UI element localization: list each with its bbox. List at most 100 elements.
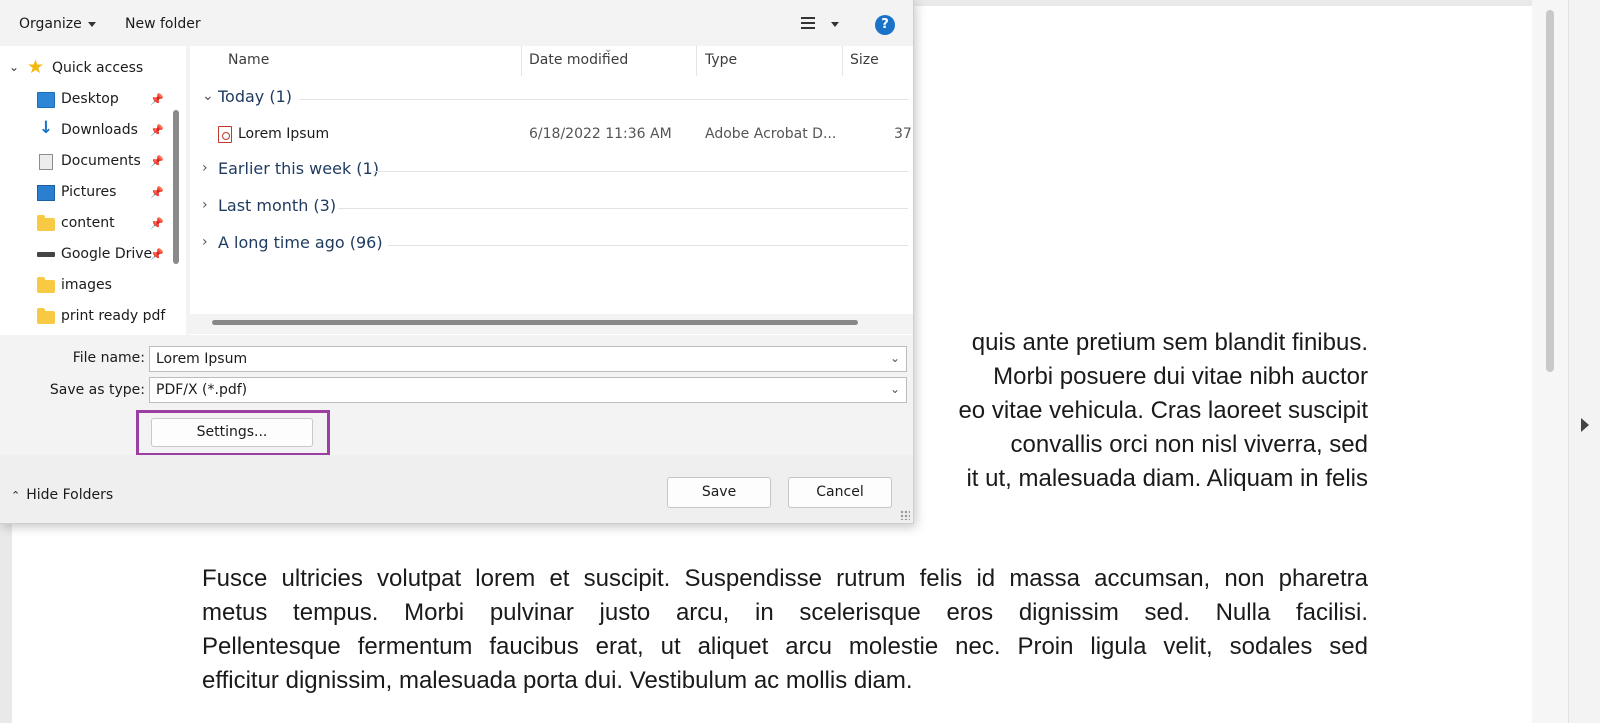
dialog-toolbar: Organize New folder ?: [0, 0, 913, 46]
document-paragraph-2: Fusce ultricies volutpat lorem et suscip…: [202, 562, 1368, 698]
group-header-long-time-ago[interactable]: › A long time ago (96): [190, 230, 913, 260]
organize-label: Organize: [19, 16, 82, 32]
chevron-right-icon: ›: [202, 234, 208, 250]
navigation-pane: ⌄ ★ Quick access Desktop 📌 ↓ Downloads 📌…: [0, 46, 186, 335]
nav-item-label: Documents: [61, 153, 141, 169]
nav-item-desktop[interactable]: Desktop 📌: [0, 87, 180, 113]
nav-item-google-drive[interactable]: Google Drive 📌: [0, 242, 180, 268]
nav-item-label: print ready pdf: [61, 308, 166, 324]
file-name: Lorem Ipsum: [238, 126, 330, 142]
scrollbar-thumb[interactable]: [1546, 10, 1554, 372]
chevron-right-icon: ›: [202, 160, 208, 176]
column-header-name[interactable]: Name: [228, 52, 269, 68]
folder-icon: [37, 308, 55, 324]
paragraph-line: quis ante pretium sem blandit finibus.: [971, 329, 1368, 356]
nav-item-label: Google Drive: [61, 246, 153, 262]
horizontal-scrollbar-thumb[interactable]: [212, 320, 858, 325]
file-row[interactable]: Lorem Ipsum 6/18/2022 11:36 AM Adobe Acr…: [190, 120, 913, 150]
nav-item-downloads[interactable]: ↓ Downloads 📌: [0, 118, 180, 144]
organize-button[interactable]: Organize: [19, 16, 96, 32]
hide-folders-button[interactable]: ⌃ Hide Folders: [11, 487, 113, 503]
nav-quick-access[interactable]: ⌄ ★ Quick access: [0, 56, 180, 82]
help-icon[interactable]: ?: [875, 15, 895, 35]
view-options-button[interactable]: [801, 15, 843, 35]
paragraph-line: Fusce ultricies volutpat lorem et suscip…: [202, 565, 1368, 592]
group-title: Today (1): [218, 87, 293, 106]
caret-down-icon: [831, 22, 839, 27]
file-list-pane: Name ⌄ Date modified Type Size ⌄ Today (…: [190, 46, 913, 335]
star-icon: ★: [27, 56, 45, 78]
save-as-type-value: PDF/X (*.pdf): [156, 382, 248, 398]
nav-item-label: Downloads: [61, 122, 138, 138]
column-header-type[interactable]: Type: [705, 52, 737, 68]
nav-item-label: images: [61, 277, 112, 293]
group-divider: [388, 245, 908, 246]
caret-down-icon: [87, 21, 96, 27]
group-title: Last month (3): [218, 196, 337, 215]
document-scrollbar[interactable]: [1532, 0, 1568, 723]
downloads-icon: ↓: [38, 118, 54, 138]
pdf-file-icon: [218, 126, 232, 143]
group-divider: [338, 208, 908, 209]
save-button[interactable]: Save: [667, 477, 771, 508]
cancel-button[interactable]: Cancel: [788, 477, 892, 508]
nav-item-label: Quick access: [52, 60, 144, 76]
group-title: Earlier this week (1): [218, 159, 379, 178]
nav-item-documents[interactable]: Documents 📌: [0, 149, 180, 175]
folder-icon: [37, 215, 55, 231]
save-as-type-select[interactable]: PDF/X (*.pdf) ⌄: [149, 377, 907, 403]
paragraph-line: Pellentesque fermentum faucibus erat, ut…: [202, 633, 1368, 660]
column-divider[interactable]: [521, 46, 522, 76]
resize-grip-icon[interactable]: [900, 510, 910, 520]
chevron-right-icon: ›: [202, 197, 208, 213]
nav-item-label: Desktop: [61, 91, 119, 107]
column-header-size[interactable]: Size: [850, 52, 879, 68]
pin-icon: 📌: [150, 93, 164, 106]
column-header-date-modified[interactable]: Date modified: [529, 52, 628, 68]
nav-item-content[interactable]: content 📌: [0, 211, 180, 237]
group-header-last-month[interactable]: › Last month (3): [190, 193, 913, 223]
file-type: Adobe Acrobat D...: [705, 126, 837, 142]
chevron-up-icon: ⌃: [11, 489, 21, 502]
nav-item-pictures[interactable]: Pictures 📌: [0, 180, 180, 206]
paragraph-line: Morbi posuere dui vitae nibh auctor: [993, 363, 1368, 390]
paragraph-line: efficitur dignissim, malesuada porta dui…: [202, 667, 913, 694]
dialog-footer: ⌃ Hide Folders Save Cancel: [0, 455, 913, 523]
chevron-down-icon[interactable]: ⌄: [9, 60, 19, 74]
expand-arrow-icon[interactable]: [1581, 418, 1589, 432]
paragraph-line: it ut, malesuada diam. Aliquam in felis: [966, 465, 1368, 492]
hide-folders-label: Hide Folders: [26, 487, 114, 503]
file-date-modified: 6/18/2022 11:36 AM: [529, 126, 672, 142]
group-header-today[interactable]: ⌄ Today (1): [190, 84, 913, 114]
group-title: A long time ago (96): [218, 233, 383, 252]
settings-button[interactable]: Settings...: [151, 418, 313, 447]
save-as-type-label: Save as type:: [49, 382, 145, 398]
nav-item-images[interactable]: images: [0, 273, 180, 299]
file-size: 37: [894, 126, 912, 142]
documents-icon: [39, 154, 53, 170]
pin-icon: 📌: [150, 248, 164, 261]
desktop-icon: [37, 92, 55, 108]
nav-item-label: Pictures: [61, 184, 117, 200]
chevron-down-icon[interactable]: ⌄: [890, 351, 900, 365]
pin-icon: 📌: [150, 124, 164, 137]
chevron-down-icon[interactable]: ⌄: [890, 382, 900, 396]
column-divider[interactable]: [696, 46, 697, 76]
document-paragraph-1: quis ante pretium sem blandit finibus. M…: [914, 326, 1368, 496]
group-divider: [300, 99, 908, 100]
file-name-input[interactable]: Lorem Ipsum ⌄: [149, 346, 907, 372]
new-folder-button[interactable]: New folder: [125, 16, 201, 32]
nav-item-print-ready-pdf[interactable]: print ready pdf: [0, 304, 180, 330]
folder-icon: [37, 277, 55, 293]
paragraph-line: metus tempus. Morbi pulvinar justo arcu,…: [202, 599, 1368, 626]
pin-icon: 📌: [150, 155, 164, 168]
side-panel-toggle[interactable]: [1568, 0, 1600, 723]
group-header-earlier-this-week[interactable]: › Earlier this week (1): [190, 156, 913, 186]
pin-icon: 📌: [150, 186, 164, 199]
pin-icon: 📌: [150, 217, 164, 230]
file-name-value: Lorem Ipsum: [156, 351, 248, 367]
chevron-down-icon: ⌄: [202, 88, 214, 104]
column-divider[interactable]: [842, 46, 843, 76]
file-name-label: File name:: [72, 350, 145, 366]
nav-scrollbar[interactable]: [173, 110, 179, 264]
